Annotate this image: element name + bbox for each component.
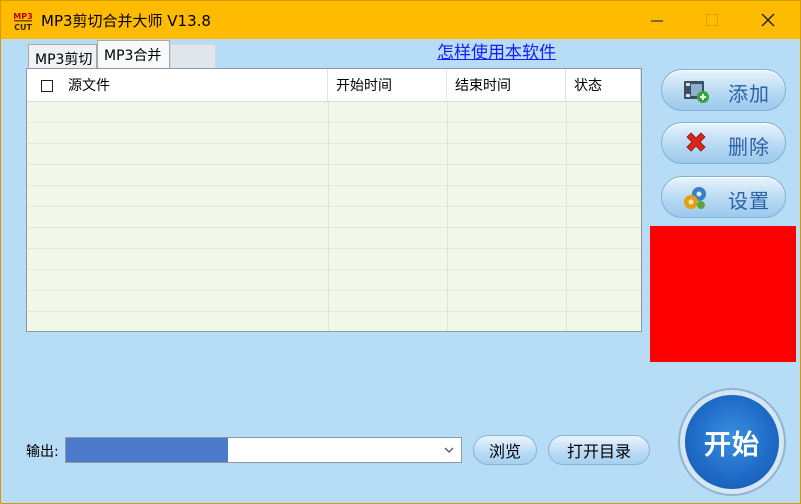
window-title: MP3剪切合并大师 V13.8 [41,12,211,30]
column-divider [566,101,567,331]
output-path-select[interactable] [65,437,462,463]
tab-mp3-merge[interactable]: MP3合并 [97,40,170,68]
tab-strip-filler [170,44,216,68]
tab-strip: MP3剪切 MP3合并 [28,40,216,68]
browse-button[interactable]: 浏览 [473,435,537,465]
add-file-icon [684,81,709,103]
select-all-checkbox[interactable] [41,80,53,92]
table-row [27,143,641,165]
column-end-time-label: 结束时间 [455,78,511,94]
table-row [27,227,641,249]
app-window: MP3 CUT MP3剪切合并大师 V13.8 MP3剪切 MP3合并 怎样使用… [0,0,801,504]
tab-mp3-cut[interactable]: MP3剪切 [28,44,97,68]
table-row [27,101,641,123]
table-row [27,185,641,207]
gear-icon [684,187,706,209]
column-end-time[interactable]: 结束时间 [447,69,566,101]
svg-text:MP3: MP3 [13,12,32,21]
column-status[interactable]: 状态 [566,69,641,101]
delete-button-label: 删除 [728,135,770,159]
add-button[interactable]: 添加 [661,69,786,111]
delete-button[interactable]: 删除 [661,122,786,164]
table-row [27,164,641,186]
table-row [27,290,641,312]
table-row [27,206,641,228]
column-divider [328,101,329,331]
red-panel [650,226,796,362]
table-header: 源文件 开始时间 结束时间 状态 [27,69,641,102]
output-label: 输出: [26,444,59,460]
table-row [27,269,641,291]
column-source-file-label: 源文件 [68,78,110,94]
column-divider [447,101,448,331]
file-table[interactable]: 源文件 开始时间 结束时间 状态 [26,68,642,332]
minimize-icon [651,20,663,22]
output-progress-fill [66,438,228,462]
open-directory-button[interactable]: 打开目录 [548,435,650,465]
minimize-button[interactable] [637,7,677,33]
column-start-time[interactable]: 开始时间 [328,69,447,101]
maximize-button[interactable] [692,7,732,33]
settings-button[interactable]: 设置 [661,176,786,218]
app-logo-icon: MP3 CUT [12,10,34,32]
column-source-file[interactable]: 源文件 [27,69,328,101]
add-button-label: 添加 [728,82,770,106]
close-button[interactable] [748,7,788,33]
chevron-down-icon[interactable] [443,444,455,456]
start-button[interactable]: 开始 [685,395,779,489]
start-button-label: 开始 [704,430,760,461]
title-bar: MP3 CUT MP3剪切合并大师 V13.8 [1,1,800,39]
help-link[interactable]: 怎样使用本软件 [437,38,556,63]
column-start-time-label: 开始时间 [336,78,392,94]
svg-text:CUT: CUT [14,23,32,32]
maximize-icon [706,14,718,26]
table-row [27,248,641,270]
close-icon [761,13,775,27]
delete-icon [686,132,706,152]
column-status-label: 状态 [574,78,602,94]
settings-button-label: 设置 [728,189,770,213]
table-row [27,122,641,144]
